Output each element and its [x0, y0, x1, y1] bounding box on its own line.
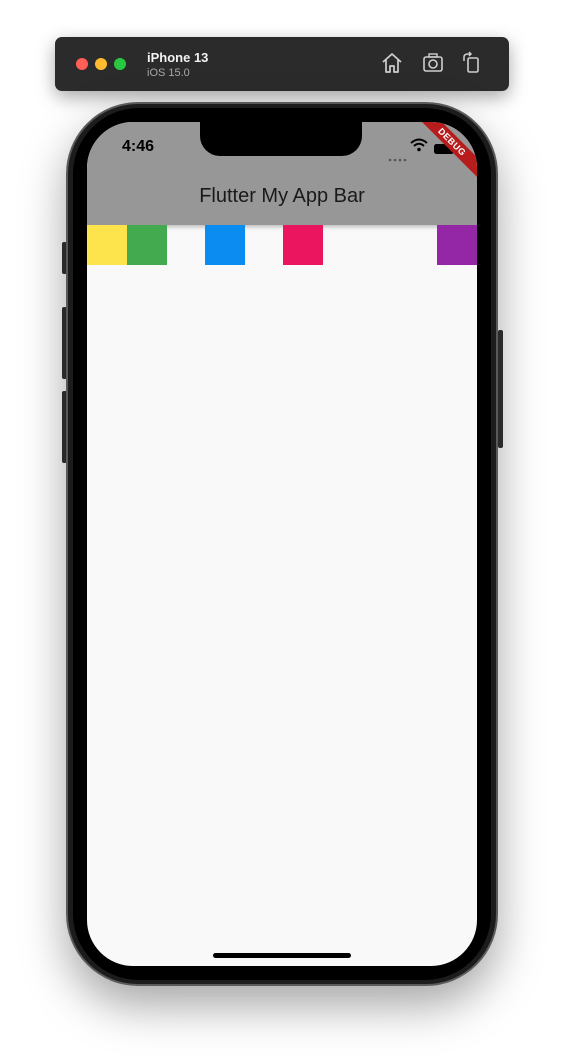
device-os-version: iOS 15.0: [147, 67, 190, 79]
home-indicator[interactable]: [213, 953, 351, 958]
app-bar-title: Flutter My App Bar: [199, 185, 365, 207]
simulator-toolbar: iPhone 13 iOS 15.0: [55, 37, 509, 91]
screenshot-icon[interactable]: [421, 51, 445, 75]
rotate-icon[interactable]: [460, 51, 484, 75]
close-window-button[interactable]: [76, 58, 88, 70]
pink-block: [283, 225, 323, 265]
zoom-window-button[interactable]: [114, 58, 126, 70]
power-button: [498, 330, 503, 448]
notch: [200, 122, 362, 156]
device-name: iPhone 13: [147, 50, 209, 65]
wifi-icon: [410, 138, 428, 152]
blue-block: [205, 225, 245, 265]
minimize-window-button[interactable]: [95, 58, 107, 70]
phone-screen: 4:46 Flutter My App Bar DEBUG: [87, 122, 477, 966]
cellular-signal-icon: [388, 149, 408, 162]
home-icon[interactable]: [380, 51, 404, 75]
yellow-block: [87, 225, 127, 265]
purple-block: [437, 225, 477, 265]
green-block: [127, 225, 167, 265]
status-time: 4:46: [122, 138, 155, 155]
